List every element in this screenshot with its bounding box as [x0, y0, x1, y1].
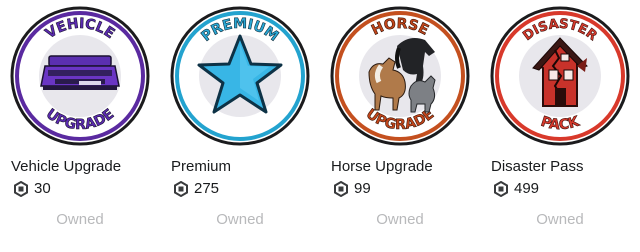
pass-name[interactable]: Horse Upgrade: [331, 158, 433, 176]
game-pass-card-vehicle-upgrade[interactable]: VEHICLE UPGRADE Vehicle Upgrade 30 Owned: [5, 0, 155, 252]
owned-status: Owned: [216, 211, 264, 228]
robux-icon: [13, 180, 29, 198]
game-pass-card-horse-upgrade[interactable]: HORSE UPGRADE Horse Upgrade 99 Owned: [325, 0, 475, 252]
pass-price: 499: [493, 180, 539, 198]
disaster-pass-thumbnail[interactable]: DISASTER PACK: [485, 6, 635, 146]
price-value: 99: [354, 180, 371, 197]
robux-icon: [173, 180, 189, 198]
pass-name[interactable]: Disaster Pass: [491, 158, 584, 176]
pass-name[interactable]: Vehicle Upgrade: [11, 158, 121, 176]
pass-price: 99: [333, 180, 371, 198]
purple-car-icon: [40, 55, 120, 90]
owned-status: Owned: [536, 211, 584, 228]
game-pass-card-premium[interactable]: PREMIUM Premium 275 Owned: [165, 0, 315, 252]
vehicle-upgrade-thumbnail[interactable]: VEHICLE UPGRADE: [5, 6, 155, 146]
robux-icon: [493, 180, 509, 198]
premium-thumbnail[interactable]: PREMIUM: [165, 6, 315, 146]
disaster-badge: DISASTER PACK: [490, 6, 630, 146]
pass-price: 30: [13, 180, 51, 198]
pass-price: 275: [173, 180, 219, 198]
pass-name[interactable]: Premium: [171, 158, 231, 176]
owned-status: Owned: [376, 211, 424, 228]
price-value: 499: [514, 180, 540, 197]
premium-badge: PREMIUM: [170, 6, 310, 146]
horse-badge: HORSE UPGRADE: [330, 6, 470, 146]
price-value: 30: [34, 180, 51, 197]
game-pass-grid: VEHICLE UPGRADE Vehicle Upgrade 30 Owned…: [0, 0, 640, 252]
vehicle-badge: VEHICLE UPGRADE: [10, 6, 150, 146]
game-pass-card-disaster-pass[interactable]: DISASTER PACK Disaster Pass 499 Owned: [485, 0, 635, 252]
robux-icon: [333, 180, 349, 198]
horse-upgrade-thumbnail[interactable]: HORSE UPGRADE: [325, 6, 475, 146]
owned-status: Owned: [56, 211, 104, 228]
price-value: 275: [194, 180, 220, 197]
